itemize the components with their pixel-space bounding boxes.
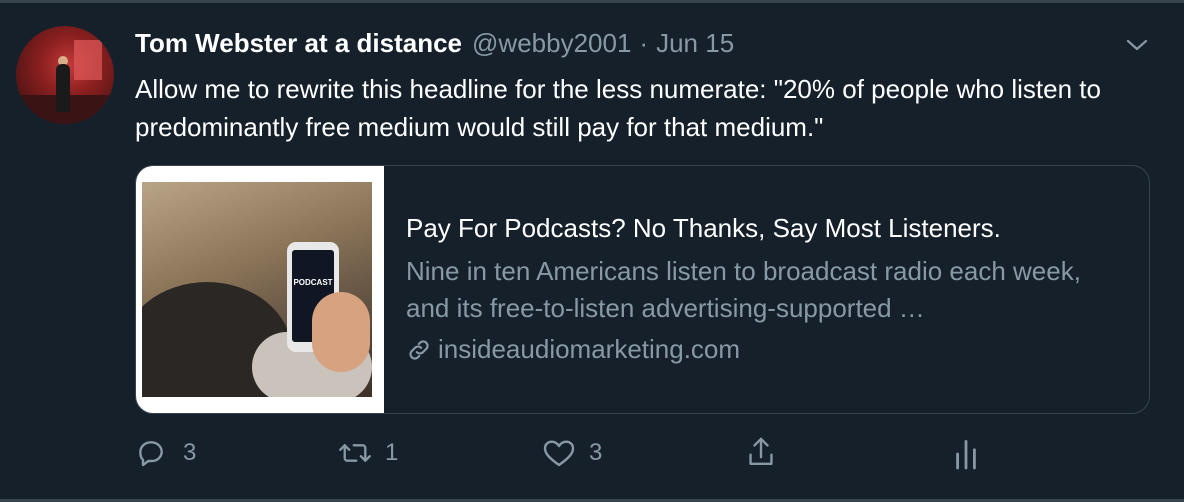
top-divider bbox=[0, 0, 1184, 3]
card-title: Pay For Podcasts? No Thanks, Say Most Li… bbox=[406, 213, 1001, 243]
tweet-date[interactable]: Jun 15 bbox=[656, 28, 734, 59]
like-button[interactable]: 3 bbox=[541, 437, 602, 469]
share-button[interactable] bbox=[745, 435, 777, 469]
reply-count: 3 bbox=[183, 439, 197, 466]
retweet-button[interactable]: 1 bbox=[337, 437, 398, 469]
link-preview-card[interactable]: PODCAST Pay For Podcasts? No Thanks, Say… bbox=[135, 165, 1150, 414]
reply-button[interactable]: 3 bbox=[135, 437, 196, 469]
like-icon bbox=[543, 440, 575, 467]
share-icon bbox=[749, 437, 773, 465]
link-icon bbox=[409, 339, 429, 360]
author-name[interactable]: Tom Webster at a distance bbox=[135, 28, 462, 59]
author-handle[interactable]: @webby2001 bbox=[472, 28, 631, 59]
action-bar: 3 1 3 bbox=[0, 435, 1184, 475]
like-count: 3 bbox=[589, 439, 603, 466]
card-image: PODCAST bbox=[136, 166, 384, 413]
card-description: Nine in ten Americans listen to broadcas… bbox=[406, 256, 1081, 323]
card-image-label: PODCAST bbox=[293, 278, 333, 287]
header-separator: · bbox=[639, 28, 649, 58]
tweet-text: Allow me to rewrite this headline for th… bbox=[135, 74, 1101, 142]
analytics-icon bbox=[956, 440, 976, 470]
avatar[interactable] bbox=[16, 26, 114, 124]
chevron-down-icon[interactable] bbox=[1124, 34, 1150, 56]
tweet-header: Tom Webster at a distance @webby2001 · J… bbox=[135, 28, 734, 64]
retweet-count: 1 bbox=[385, 439, 399, 466]
retweet-icon bbox=[339, 444, 371, 462]
analytics-button[interactable] bbox=[952, 437, 980, 471]
card-domain-text: insideaudiomarketing.com bbox=[438, 334, 741, 364]
reply-icon bbox=[139, 441, 163, 467]
card-domain: insideaudiomarketing.com bbox=[406, 334, 740, 365]
